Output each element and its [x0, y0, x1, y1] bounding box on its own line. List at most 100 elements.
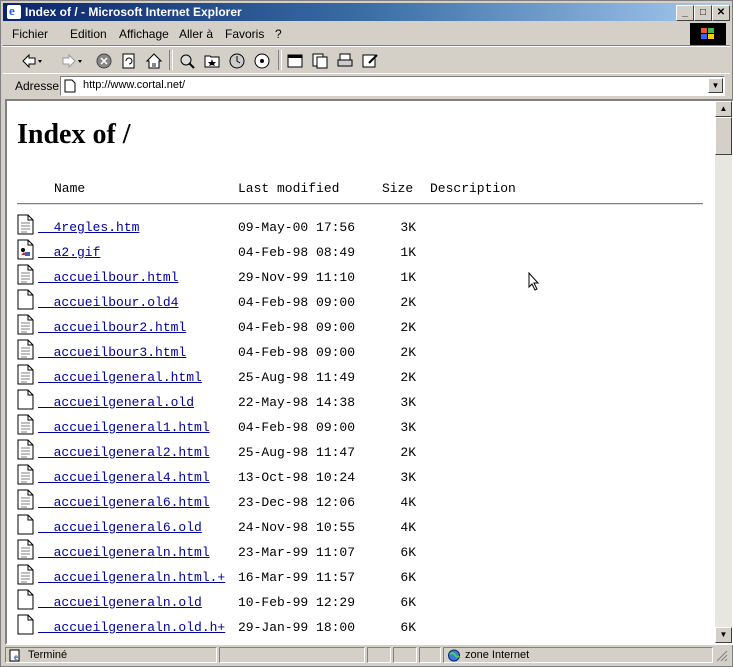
file-modified: 29-Jan-99 18:00 — [238, 620, 356, 635]
status-bar: e Terminé zone Internet — [3, 646, 730, 665]
file-row: accueilgeneral.old 22-May-98 14:38 3K — [17, 389, 707, 411]
window-title: Index of / - Microsoft Internet Explorer — [25, 5, 242, 19]
file-size: 2K — [400, 320, 416, 335]
page-icon — [64, 79, 76, 93]
file-row: accueilgeneral2.html 25-Aug-98 11:47 2K — [17, 439, 707, 461]
file-link[interactable]: accueilgeneral1.html — [38, 420, 210, 435]
text-file-icon — [17, 264, 34, 285]
file-link[interactable]: accueilgeneraln.old — [38, 595, 202, 610]
file-link[interactable]: accueilgeneral6.old — [38, 520, 202, 535]
file-link[interactable]: accueilgeneraln.html.+ — [38, 570, 226, 585]
resize-grip-icon[interactable] — [716, 650, 728, 662]
file-size: 2K — [400, 445, 416, 460]
vertical-scrollbar[interactable]: ▲ ▼ — [715, 101, 732, 643]
zone-text: zone Internet — [465, 649, 530, 661]
menu-favoris[interactable]: Favoris — [225, 27, 264, 41]
file-row: accueilbour3.html 04-Feb-98 09:00 2K — [17, 339, 707, 361]
file-link[interactable]: accueilbour2.html — [38, 320, 187, 335]
file-row: accueilbour.html 29-Nov-99 11:10 1K — [17, 264, 707, 286]
close-button[interactable]: ✕ — [712, 5, 730, 21]
menu-fichier[interactable]: Fichier — [12, 27, 48, 41]
file-link[interactable]: accueilgeneral.html — [38, 370, 202, 385]
windows-logo-icon — [690, 23, 726, 45]
file-link[interactable]: a2.gif — [38, 245, 101, 260]
text-file-icon — [17, 564, 34, 585]
file-link[interactable]: accueilgeneraln.old.h+ — [38, 620, 226, 635]
forward-button[interactable] — [61, 52, 82, 70]
channels-button[interactable] — [311, 52, 329, 70]
edit-button[interactable] — [361, 52, 379, 70]
file-size: 3K — [400, 395, 416, 410]
ie-page-icon: e — [9, 649, 20, 662]
file-link[interactable]: accueilgeneraln.html — [38, 545, 210, 560]
svg-text:e: e — [14, 652, 18, 662]
file-link[interactable]: 4regles.htm — [38, 220, 140, 235]
file-link[interactable]: accueilbour3.html — [38, 345, 187, 360]
status-main-pane: e Terminé — [5, 647, 217, 663]
print-button[interactable] — [336, 52, 354, 70]
file-size: 6K — [400, 570, 416, 585]
page-content: Index of / Name Last modified Size Descr… — [7, 101, 714, 643]
title-bar[interactable]: e Index of / - Microsoft Internet Explor… — [3, 3, 730, 21]
history-button[interactable] — [228, 52, 246, 70]
file-modified: 25-Aug-98 11:47 — [238, 445, 356, 460]
file-link[interactable]: accueilbour.html — [38, 270, 179, 285]
mouse-cursor-icon — [528, 272, 540, 291]
file-link[interactable]: accueilgeneral2.html — [38, 445, 210, 460]
file-modified: 23-Dec-98 12:06 — [238, 495, 356, 510]
file-modified: 16-Mar-99 11:57 — [238, 570, 356, 585]
home-button[interactable] — [145, 52, 163, 70]
status-pane — [219, 647, 365, 663]
menu-aller-a[interactable]: Aller à — [179, 27, 213, 41]
file-row: accueilgeneraln.old 10-Feb-99 12:29 6K — [17, 589, 707, 611]
address-input[interactable] — [83, 78, 683, 92]
file-link[interactable]: accueilgeneral4.html — [38, 470, 210, 485]
favorites-button[interactable] — [203, 52, 221, 70]
status-zone-pane: zone Internet — [443, 647, 713, 663]
scroll-down-button[interactable]: ▼ — [715, 627, 732, 643]
file-size: 1K — [400, 270, 416, 285]
text-file-icon — [17, 464, 34, 485]
stop-button[interactable] — [95, 52, 113, 70]
refresh-button[interactable] — [120, 52, 138, 70]
file-size: 2K — [400, 370, 416, 385]
menu-affichage[interactable]: Affichage — [119, 27, 169, 41]
file-size: 2K — [400, 345, 416, 360]
blank-file-icon — [17, 289, 34, 310]
back-button[interactable] — [21, 52, 42, 70]
maximize-button[interactable]: □ — [694, 5, 712, 21]
minimize-button[interactable]: _ — [676, 5, 694, 21]
file-size: 3K — [400, 470, 416, 485]
fullscreen-button[interactable] — [286, 52, 304, 70]
media-button[interactable] — [253, 52, 271, 70]
blank-file-icon — [17, 614, 34, 635]
file-link[interactable]: accueilgeneral.old — [38, 395, 194, 410]
scroll-thumb[interactable] — [715, 117, 732, 155]
text-file-icon — [17, 489, 34, 510]
file-link[interactable]: accueilgeneral6.html — [38, 495, 210, 510]
file-size: 3K — [400, 420, 416, 435]
page-heading: Index of / — [17, 119, 131, 150]
file-modified: 04-Feb-98 08:49 — [238, 245, 356, 260]
file-row: accueilgeneraln.html.+ 16-Mar-99 11:57 6K — [17, 564, 707, 586]
file-modified: 24-Nov-98 10:55 — [238, 520, 356, 535]
file-row: accueilgeneraln.old.h+ 29-Jan-99 18:00 6K — [17, 614, 707, 636]
file-row: accueilbour2.html 04-Feb-98 09:00 2K — [17, 314, 707, 336]
address-field[interactable]: ▼ — [60, 76, 725, 96]
menu-edition[interactable]: Edition — [70, 27, 107, 41]
address-dropdown-button[interactable]: ▼ — [708, 78, 723, 93]
toolbar-separator — [278, 50, 282, 70]
file-link[interactable]: accueilbour.old4 — [38, 295, 179, 310]
file-size: 3K — [400, 220, 416, 235]
file-modified: 23-Mar-99 11:07 — [238, 545, 356, 560]
file-modified: 04-Feb-98 09:00 — [238, 420, 356, 435]
file-modified: 10-Feb-99 12:29 — [238, 595, 356, 610]
column-header-name: Name — [54, 181, 86, 196]
file-row: accueilgeneral4.html 13-Oct-98 10:24 3K — [17, 464, 707, 486]
scroll-up-button[interactable]: ▲ — [715, 101, 732, 117]
page-viewport: Index of / Name Last modified Size Descr… — [5, 99, 733, 645]
search-button[interactable] — [178, 52, 196, 70]
file-size: 4K — [400, 520, 416, 535]
menu-help[interactable]: ? — [275, 27, 282, 41]
menu-bar: Fichier Edition Affichage Aller à Favori… — [3, 23, 730, 46]
